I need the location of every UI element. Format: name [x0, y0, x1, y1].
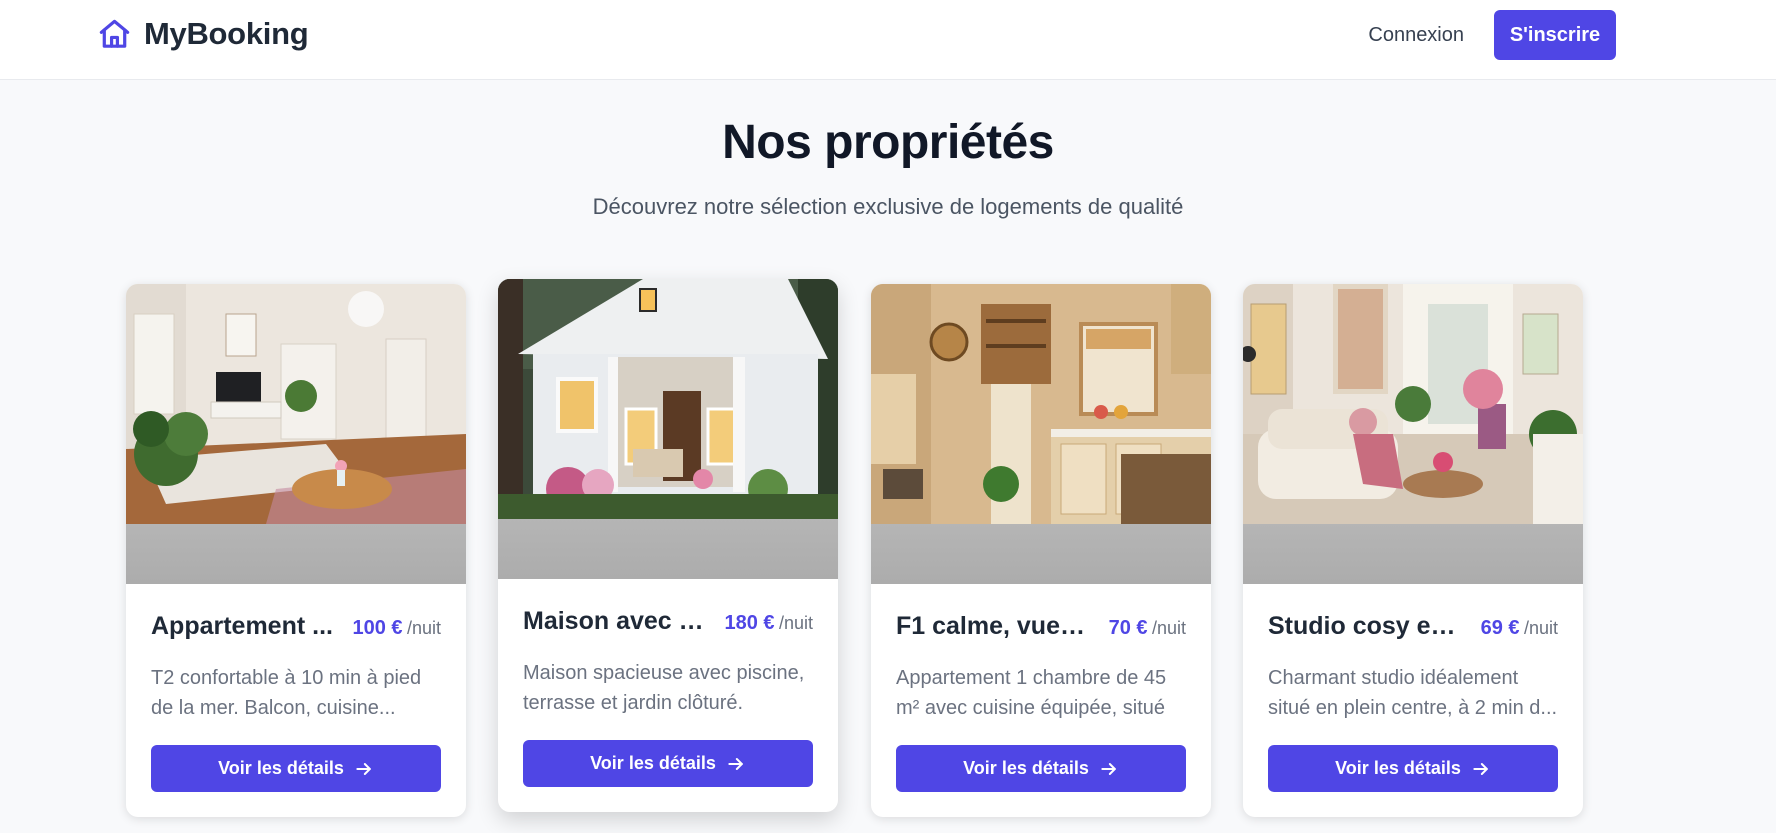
brand-logo[interactable]: MyBooking: [97, 16, 309, 52]
property-description: Maison spacieuse avec piscine, terrasse …: [523, 658, 813, 718]
view-details-label: Voir les détails: [218, 758, 344, 778]
arrow-right-icon: [1101, 762, 1116, 775]
price-unit: /nuit: [406, 618, 441, 638]
description-line: Charmant studio idéalement: [1268, 667, 1519, 689]
property-title[interactable]: Appartement ...: [151, 612, 333, 641]
description-line: terrasse et jardin clôturé. Parfai...: [523, 692, 744, 714]
price-value: 180 €: [724, 612, 775, 634]
property-card[interactable]: Appartement ... 100 € /nuit T2 confortab…: [126, 284, 466, 817]
price-unit: /nuit: [1151, 618, 1186, 638]
signup-button[interactable]: S'inscrire: [1494, 10, 1616, 60]
photo-placeholder: [1243, 524, 1583, 584]
property-card[interactable]: Studio cosy en ... 69 € /nuit Charmant s…: [1243, 284, 1583, 817]
description-line: de la mer. Balcon, cuisine...: [151, 697, 396, 719]
top-navbar: MyBooking Connexion S'inscrire: [0, 0, 1776, 80]
property-title[interactable]: Maison avec p...: [523, 607, 713, 636]
property-description: T2 confortable à 10 min à pied de la mer…: [151, 663, 441, 723]
nav-actions: Connexion S'inscrire: [1368, 10, 1616, 60]
view-details-button[interactable]: Voir les détails: [896, 745, 1186, 792]
photo-placeholder: [126, 524, 466, 584]
login-link[interactable]: Connexion: [1368, 24, 1464, 47]
kitchen-photo[interactable]: [871, 284, 1211, 524]
view-details-label: Voir les détails: [963, 758, 1089, 778]
brand-name: MyBooking: [144, 16, 309, 51]
view-details-button[interactable]: Voir les détails: [151, 745, 441, 792]
property-card[interactable]: Maison avec p... 180 € /nuit Maison spac…: [498, 279, 838, 812]
price-value: 69 €: [1480, 617, 1520, 639]
price-tag: 100 € /nuit: [352, 617, 441, 640]
page-title: Nos propriétés: [722, 116, 1054, 169]
price-tag: 180 € /nuit: [724, 612, 813, 635]
price-unit: /nuit: [778, 613, 813, 633]
arrow-right-icon: [728, 757, 743, 770]
description-line: m² avec cuisine équipée, situé ...: [896, 697, 1166, 719]
property-card[interactable]: F1 calme, vue d... 70 € /nuit Appartemen…: [871, 284, 1211, 817]
view-details-button[interactable]: Voir les détails: [1268, 745, 1558, 792]
price-unit: /nuit: [1523, 618, 1558, 638]
white-cottage-photo[interactable]: [498, 279, 838, 519]
property-description: Appartement 1 chambre de 45 m² avec cuis…: [896, 663, 1186, 723]
view-details-button[interactable]: Voir les détails: [523, 740, 813, 787]
living-room-photo[interactable]: [126, 284, 466, 524]
description-line: T2 confortable à 10 min à pied: [151, 667, 422, 689]
description-line: Appartement 1 chambre de 45: [896, 667, 1167, 689]
price-tag: 69 € /nuit: [1481, 617, 1558, 640]
arrow-right-icon: [356, 762, 371, 775]
view-details-label: Voir les détails: [590, 753, 716, 773]
price-value: 100 €: [352, 617, 403, 639]
home-icon: [99, 19, 130, 48]
hero-section: Nos propriétés Découvrez notre sélection…: [0, 115, 1776, 221]
price-value: 70 €: [1108, 617, 1148, 639]
price-tag: 70 € /nuit: [1109, 617, 1186, 640]
view-details-label: Voir les détails: [1335, 758, 1461, 778]
photo-placeholder: [871, 524, 1211, 584]
property-description: Charmant studio idéalement situé en plei…: [1268, 663, 1558, 723]
page-subtitle: Découvrez notre sélection exclusive de l…: [592, 194, 1184, 219]
photo-placeholder: [498, 519, 838, 579]
description-line: situé en plein centre, à 2 min d...: [1268, 697, 1558, 719]
arrow-right-icon: [1473, 762, 1488, 775]
property-title[interactable]: Studio cosy en ...: [1268, 612, 1458, 641]
studio-lounge-photo[interactable]: [1243, 284, 1583, 524]
property-title[interactable]: F1 calme, vue d...: [896, 612, 1086, 641]
description-line: Maison spacieuse avec piscine,: [523, 662, 805, 684]
